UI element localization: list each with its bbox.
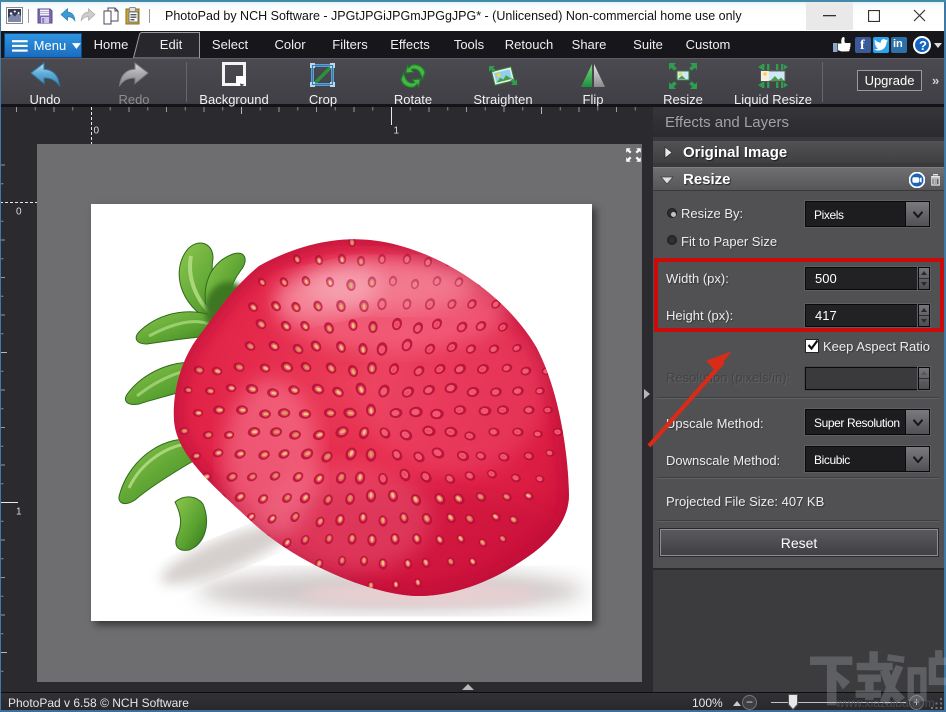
svg-text:1: 1: [16, 507, 22, 518]
svg-text:1: 1: [394, 126, 400, 137]
svg-text:0: 0: [94, 126, 100, 137]
svg-text:0: 0: [16, 207, 22, 218]
